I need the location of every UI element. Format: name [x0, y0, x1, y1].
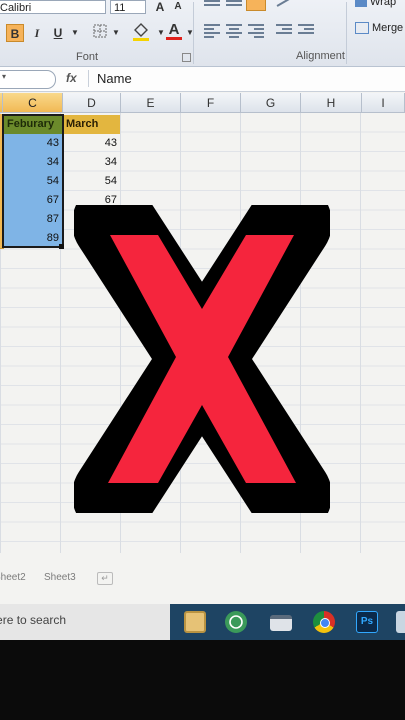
sheet-tabs: Sheet2 Sheet3 ↵: [0, 570, 405, 588]
taskbar: Type here to search Ps: [0, 604, 405, 640]
column-header-d[interactable]: D: [63, 93, 121, 113]
font-color-dropdown-icon[interactable]: ▼: [181, 24, 199, 42]
app-icon[interactable]: [396, 611, 405, 633]
align-top-icon[interactable]: [204, 0, 220, 12]
font-size-value: 11: [114, 2, 126, 14]
bold-button[interactable]: B: [6, 24, 24, 42]
ribbon: Calibri 11 A A B I U ▼ ▼ ▼ A ▼ Font Alig…: [0, 0, 405, 67]
new-sheet-icon[interactable]: ↵: [97, 572, 113, 585]
cell-d-header[interactable]: March: [63, 115, 120, 134]
column-header-c[interactable]: C: [3, 93, 63, 113]
red-x-overlay-icon: [74, 205, 330, 513]
sheet-tab-sheet2[interactable]: Sheet2: [0, 572, 26, 583]
formula-bar: ▾ fx Name: [0, 67, 405, 92]
file-explorer-icon[interactable]: [184, 611, 206, 633]
cell-d-value[interactable]: 43: [63, 134, 120, 153]
fill-bucket-icon: [133, 23, 149, 41]
photoshop-label: Ps: [360, 616, 374, 627]
column-header-i[interactable]: I: [362, 93, 405, 113]
decrease-indent-icon[interactable]: [276, 22, 292, 36]
borders-icon: [93, 24, 107, 38]
fill-handle[interactable]: [59, 244, 64, 249]
chrome-icon[interactable]: [313, 611, 335, 633]
align-bottom-button[interactable]: [246, 0, 266, 11]
column-header-h[interactable]: H: [301, 93, 362, 113]
ribbon-separator: [193, 2, 194, 64]
insert-function-icon[interactable]: fx: [66, 71, 77, 85]
font-size-box[interactable]: 11: [110, 0, 146, 14]
ribbon-separator: [346, 2, 347, 64]
name-box-dropdown-icon[interactable]: ▾: [2, 72, 6, 81]
wrap-text-button[interactable]: Wrap: [355, 0, 396, 8]
whatsapp-glyph-icon: [229, 615, 243, 629]
align-center-icon[interactable]: [226, 22, 242, 38]
font-name-box[interactable]: Calibri: [0, 0, 106, 14]
shrink-font-button[interactable]: A: [169, 0, 187, 16]
sheet-tab-sheet3[interactable]: Sheet3: [44, 572, 76, 583]
font-color-swatch: [166, 37, 182, 40]
fill-color-button[interactable]: [130, 22, 152, 41]
cell-d-value[interactable]: 54: [63, 172, 120, 191]
taskbar-app-area: Ps: [170, 604, 405, 640]
photoshop-icon[interactable]: Ps: [356, 611, 378, 633]
column-header-e[interactable]: E: [121, 93, 181, 113]
font-color-label: A: [168, 21, 180, 38]
alignment-group-label: Alignment: [296, 50, 345, 62]
whatsapp-icon[interactable]: [225, 611, 247, 633]
align-right-icon[interactable]: [248, 22, 264, 38]
bottom-border: [0, 640, 405, 720]
merge-label: Merge: [372, 22, 404, 34]
underline-button[interactable]: U: [49, 24, 67, 42]
italic-button[interactable]: I: [28, 24, 46, 42]
grow-font-button[interactable]: A: [151, 0, 169, 16]
taskbar-search-box[interactable]: Type here to search: [0, 613, 66, 627]
font-name-value: Calibri: [0, 2, 32, 14]
folder-icon[interactable]: [270, 615, 292, 631]
column-header-g[interactable]: G: [241, 93, 301, 113]
merge-icon: [355, 22, 369, 35]
wrap-text-label: Wrap: [370, 0, 397, 8]
taskbar-search-text: Type here to search: [0, 613, 67, 627]
font-group-label: Font: [76, 51, 99, 63]
x-fill-icon: [108, 235, 296, 483]
increase-indent-icon[interactable]: [298, 22, 314, 36]
cell-d-value[interactable]: 34: [63, 153, 120, 172]
column-header-f[interactable]: F: [181, 93, 241, 113]
font-dialog-launcher-icon[interactable]: [182, 53, 191, 62]
merge-center-button[interactable]: Merge: [355, 22, 404, 35]
wrap-text-icon: [355, 0, 367, 8]
formula-input[interactable]: Name: [88, 70, 405, 87]
borders-dropdown-icon[interactable]: ▼: [107, 24, 125, 42]
chrome-center-icon: [320, 618, 330, 628]
name-box[interactable]: [0, 70, 56, 89]
align-left-icon[interactable]: [204, 22, 220, 38]
orientation-icon[interactable]: [276, 0, 292, 13]
underline-dropdown-icon[interactable]: ▼: [66, 24, 84, 42]
selection-outline: [2, 114, 64, 248]
align-middle-icon[interactable]: [226, 0, 242, 12]
